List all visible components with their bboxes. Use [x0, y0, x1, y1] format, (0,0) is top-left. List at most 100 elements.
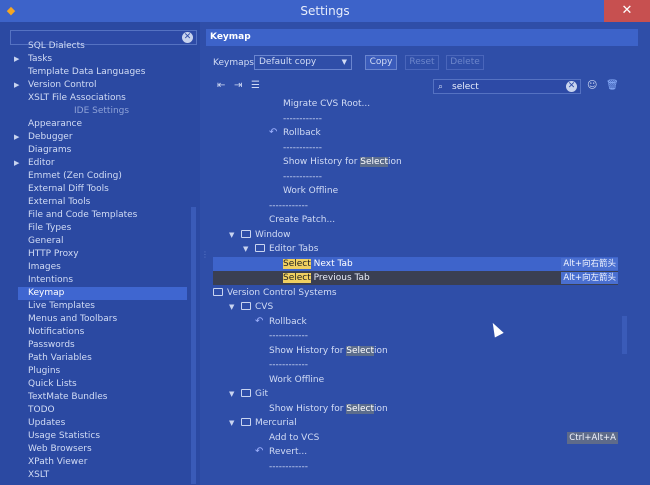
- action-row[interactable]: Select Previous Tab Alt+向左箭头: [213, 271, 618, 285]
- sidebar-item[interactable]: Diagrams: [0, 144, 190, 157]
- keymap-dropdown[interactable]: Default copy ▼: [254, 55, 352, 70]
- sidebar-item[interactable]: ▶ Tasks: [0, 53, 190, 66]
- action-row[interactable]: Work Offline: [213, 373, 618, 387]
- action-row[interactable]: ▼ Git: [213, 387, 618, 401]
- search-highlight: Select: [283, 258, 311, 269]
- action-row[interactable]: Migrate CVS Root...: [213, 97, 618, 111]
- sidebar-item-label: Notifications: [28, 327, 85, 337]
- search-highlight: Select: [283, 273, 311, 283]
- chevron-down-icon[interactable]: ▼: [229, 228, 234, 242]
- sidebar-item[interactable]: ▶ Version Control: [0, 79, 190, 92]
- action-label: Git: [255, 387, 268, 401]
- sidebar-item[interactable]: Updates: [0, 417, 190, 430]
- action-row[interactable]: Show History for Selection: [213, 344, 618, 358]
- actions-scrollbar[interactable]: [622, 316, 627, 354]
- action-text: ------------: [283, 113, 322, 124]
- action-row[interactable]: ↶ Rollback: [213, 126, 618, 140]
- action-row[interactable]: ▼ Window: [213, 228, 618, 242]
- splitter-handle[interactable]: ⋮: [201, 250, 209, 259]
- action-row[interactable]: ------------: [213, 170, 618, 184]
- action-text: Show History for: [269, 403, 347, 414]
- action-row[interactable]: ------------: [213, 112, 618, 126]
- sidebar-item[interactable]: General: [0, 235, 190, 248]
- action-row[interactable]: ------------: [213, 460, 618, 474]
- action-row[interactable]: Show History for Selection: [213, 155, 618, 169]
- sidebar-item[interactable]: External Diff Tools: [0, 183, 190, 196]
- chevron-right-icon[interactable]: ▶: [14, 79, 19, 92]
- sidebar-item[interactable]: Keymap: [18, 287, 187, 300]
- sidebar-item[interactable]: Web Browsers: [0, 443, 190, 456]
- chevron-right-icon[interactable]: ▶: [14, 157, 19, 170]
- sidebar-item[interactable]: HTTP Proxy: [0, 248, 190, 261]
- action-row[interactable]: Create Patch...: [213, 213, 618, 227]
- sidebar-item-label: Web Browsers: [28, 444, 92, 454]
- sidebar-scrollbar[interactable]: [191, 207, 196, 484]
- sidebar-item[interactable]: External Tools: [0, 196, 190, 209]
- collapse-all-icon[interactable]: ⇥: [234, 79, 246, 93]
- sidebar-item[interactable]: Live Templates: [0, 300, 190, 313]
- filter-input[interactable]: ⌕ select ✕: [433, 79, 581, 94]
- action-text: ion: [374, 403, 388, 414]
- action-row[interactable]: ------------: [213, 141, 618, 155]
- action-row[interactable]: ▼ Mercurial: [213, 416, 618, 430]
- trash-icon[interactable]: 🗑: [606, 79, 619, 93]
- sidebar-item[interactable]: XSLT: [0, 469, 190, 482]
- sidebar-item[interactable]: XSLT File Associations: [0, 92, 190, 105]
- action-row[interactable]: ↶ Revert...: [213, 445, 618, 459]
- sidebar-item[interactable]: Plugins: [0, 365, 190, 378]
- sidebar-item[interactable]: Usage Statistics: [0, 430, 190, 443]
- sidebar-item[interactable]: Images: [0, 261, 190, 274]
- reset-button[interactable]: Reset: [405, 55, 439, 70]
- action-row[interactable]: ------------: [213, 199, 618, 213]
- action-row[interactable]: Show History for Selection: [213, 402, 618, 416]
- sidebar-item[interactable]: TODO: [0, 404, 190, 417]
- sidebar-item[interactable]: Intentions: [0, 274, 190, 287]
- chevron-right-icon[interactable]: ▶: [14, 131, 19, 144]
- sidebar-item[interactable]: File Types: [0, 222, 190, 235]
- action-row[interactable]: ------------: [213, 329, 618, 343]
- find-by-shortcut-icon[interactable]: ☺: [587, 79, 599, 93]
- action-text: Work Offline: [269, 374, 325, 385]
- sidebar-item[interactable]: XPath Viewer: [0, 456, 190, 469]
- sidebar-item[interactable]: Path Variables: [0, 352, 190, 365]
- expand-all-icon[interactable]: ⇤: [217, 79, 229, 93]
- delete-button[interactable]: Delete: [446, 55, 484, 70]
- sidebar-item[interactable]: ▶ Editor: [0, 157, 190, 170]
- sidebar-item[interactable]: File and Code Templates: [0, 209, 190, 222]
- sidebar-item[interactable]: Template Data Languages: [0, 66, 190, 79]
- sidebar-item[interactable]: ▶ Debugger: [0, 131, 190, 144]
- copy-button[interactable]: Copy: [365, 55, 397, 70]
- action-row[interactable]: ▼ CVS: [213, 300, 618, 314]
- sidebar-item-label: Passwords: [28, 340, 75, 350]
- action-row[interactable]: ↶ Rollback: [213, 315, 618, 329]
- sidebar-item[interactable]: Appearance: [0, 118, 190, 131]
- action-label: Revert...: [269, 445, 307, 459]
- sidebar-item[interactable]: SQL Dialects: [0, 40, 190, 53]
- action-row[interactable]: Select Next Tab Alt+向右箭头: [213, 256, 618, 271]
- clear-filter-icon[interactable]: ✕: [566, 81, 577, 92]
- sidebar-item[interactable]: Notifications: [0, 326, 190, 339]
- action-row[interactable]: ▼ Editor Tabs: [213, 242, 618, 256]
- sidebar-item-label: HTTP Proxy: [28, 249, 79, 259]
- sidebar-item[interactable]: TextMate Bundles: [0, 391, 190, 404]
- chevron-down-icon[interactable]: ▼: [243, 242, 248, 256]
- sidebar-item[interactable]: Passwords: [0, 339, 190, 352]
- action-row[interactable]: Work Offline: [213, 184, 618, 198]
- sidebar-item[interactable]: Menus and Toolbars: [0, 313, 190, 326]
- sidebar-item[interactable]: Quick Lists: [0, 378, 190, 391]
- action-row[interactable]: ------------: [213, 358, 618, 372]
- sidebar-item[interactable]: Emmet (Zen Coding): [0, 170, 190, 183]
- sidebar-item-label: Updates: [28, 418, 66, 428]
- action-row[interactable]: ▼Version Control Systems: [213, 286, 618, 300]
- chevron-down-icon[interactable]: ▼: [229, 300, 234, 314]
- action-label: Editor Tabs: [269, 242, 318, 256]
- action-row[interactable]: Add to VCS Ctrl+Alt+A: [213, 431, 618, 445]
- edit-shortcut-icon[interactable]: ☰: [251, 79, 263, 93]
- close-button[interactable]: ✕: [604, 0, 650, 22]
- chevron-down-icon[interactable]: ▼: [229, 387, 234, 401]
- chevron-right-icon[interactable]: ▶: [14, 53, 19, 66]
- chevron-down-icon[interactable]: ▼: [229, 416, 234, 430]
- action-text: Previous Tab: [310, 273, 370, 283]
- folder-icon: [241, 302, 251, 310]
- filter-value: select: [452, 82, 479, 92]
